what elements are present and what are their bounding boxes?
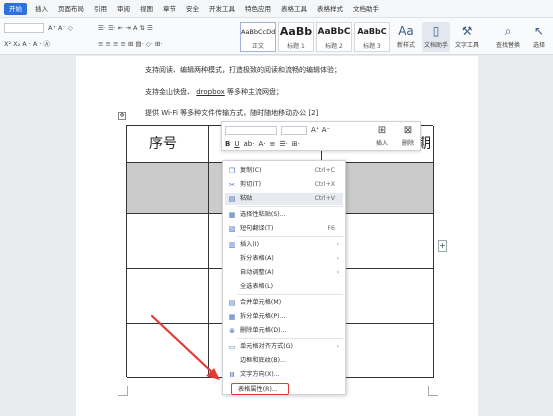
annotation-arrow: [150, 314, 220, 380]
